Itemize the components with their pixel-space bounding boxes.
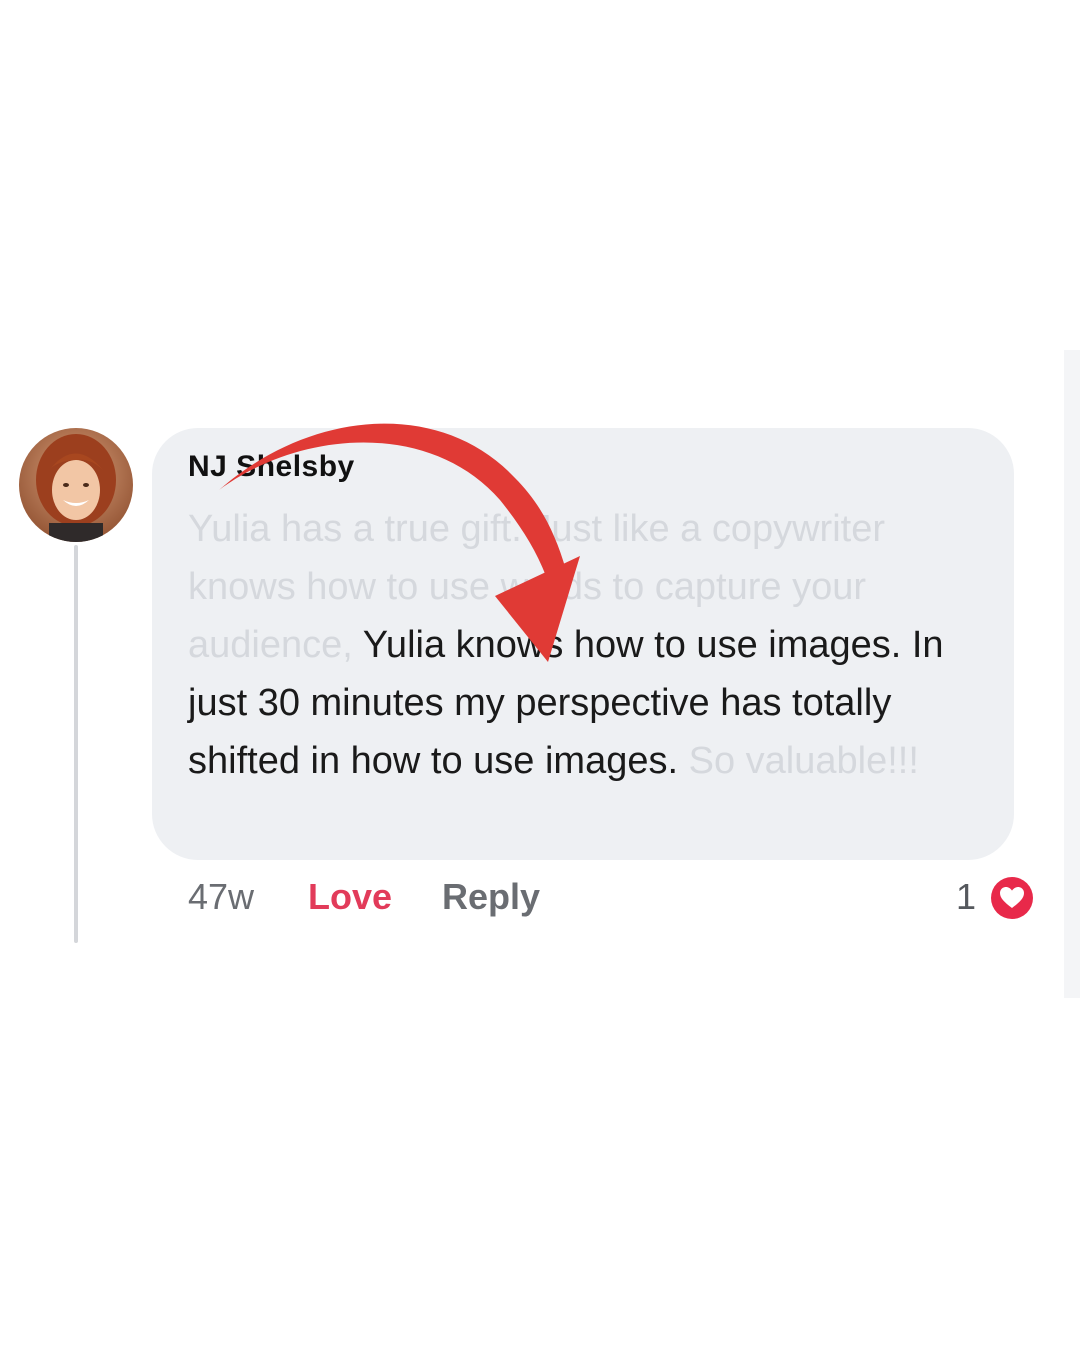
heart-icon[interactable]: [990, 876, 1034, 920]
thread-line: [74, 545, 78, 943]
comment-timestamp[interactable]: 47w: [188, 876, 254, 918]
adjacent-panel-edge: [1064, 350, 1080, 998]
comment-text-faded-end: So valuable!!!: [678, 740, 919, 782]
comment-author[interactable]: NJ Shelsby: [188, 450, 355, 484]
avatar-image: [19, 428, 133, 542]
reaction-count[interactable]: 1: [956, 876, 976, 918]
reply-button[interactable]: Reply: [442, 876, 540, 918]
comment-text: Yulia has a true gift. Just like a copyw…: [188, 500, 988, 790]
avatar[interactable]: [19, 428, 133, 542]
love-reaction-button[interactable]: Love: [308, 876, 392, 918]
comment-actions: 47w Love Reply 1: [188, 876, 1038, 922]
